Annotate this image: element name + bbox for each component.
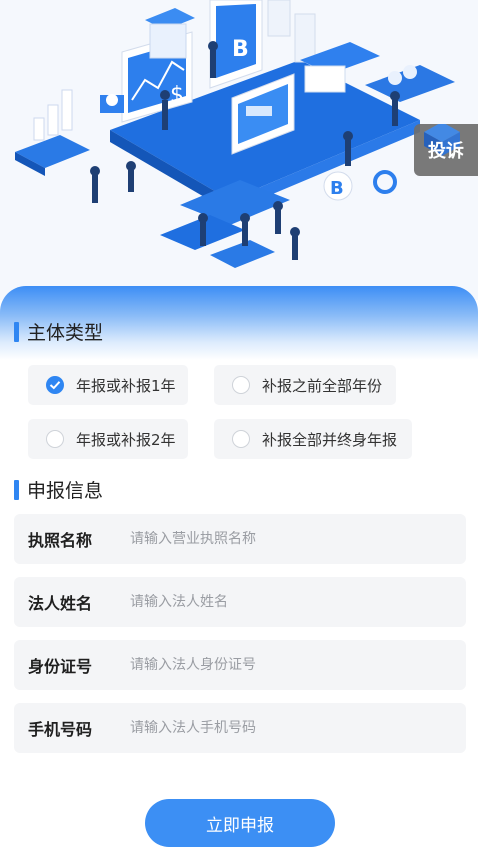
complaint-button[interactable]: 投诉 (414, 124, 478, 176)
complaint-label: 投诉 (428, 141, 464, 162)
option-annual-2-years[interactable]: 年报或补报2年 (28, 419, 188, 459)
declaration-info-heading: 申报信息 (14, 476, 103, 503)
license-name-label: 执照名称 (28, 531, 93, 550)
legal-person-name-label: 法人姓名 (28, 594, 93, 613)
option-label: 年报或补报2年 (76, 430, 176, 449)
option-all-and-lifetime[interactable]: 补报全部并终身年报 (214, 419, 412, 459)
id-number-row: 身份证号 (14, 640, 466, 690)
entity-type-title: 主体类型 (27, 322, 104, 344)
heading-accent-bar (14, 321, 19, 342)
option-all-previous-years[interactable]: 补报之前全部年份 (214, 365, 396, 405)
legal-person-name-input[interactable] (130, 594, 430, 610)
svg-text:$: $ (170, 83, 184, 108)
submit-button[interactable]: 立即申报 (145, 799, 335, 847)
option-label: 补报全部并终身年报 (262, 430, 398, 449)
phone-number-input[interactable] (130, 720, 430, 736)
license-name-input[interactable] (130, 531, 430, 547)
option-annual-1-year[interactable]: 年报或补报1年 (28, 365, 188, 405)
declaration-info-title: 申报信息 (27, 480, 104, 502)
radio-checked-icon (46, 376, 64, 394)
phone-number-row: 手机号码 (14, 703, 466, 753)
id-number-input[interactable] (130, 657, 430, 673)
entity-type-heading: 主体类型 (14, 318, 103, 345)
option-label: 补报之前全部年份 (262, 376, 383, 395)
svg-text:B: B (330, 178, 344, 199)
isometric-business-illustration: $ B B (15, 0, 455, 268)
legal-person-name-row: 法人姓名 (14, 577, 466, 627)
id-number-label: 身份证号 (28, 657, 93, 676)
phone-number-label: 手机号码 (28, 720, 93, 739)
heading-accent-bar (14, 479, 19, 500)
license-name-row: 执照名称 (14, 514, 466, 564)
option-label: 年报或补报1年 (76, 376, 176, 395)
radio-unchecked-icon (46, 430, 64, 448)
svg-text:B: B (232, 37, 249, 62)
radio-unchecked-icon (232, 430, 250, 448)
radio-unchecked-icon (232, 376, 250, 394)
hero-illustration: $ B B (0, 0, 478, 300)
